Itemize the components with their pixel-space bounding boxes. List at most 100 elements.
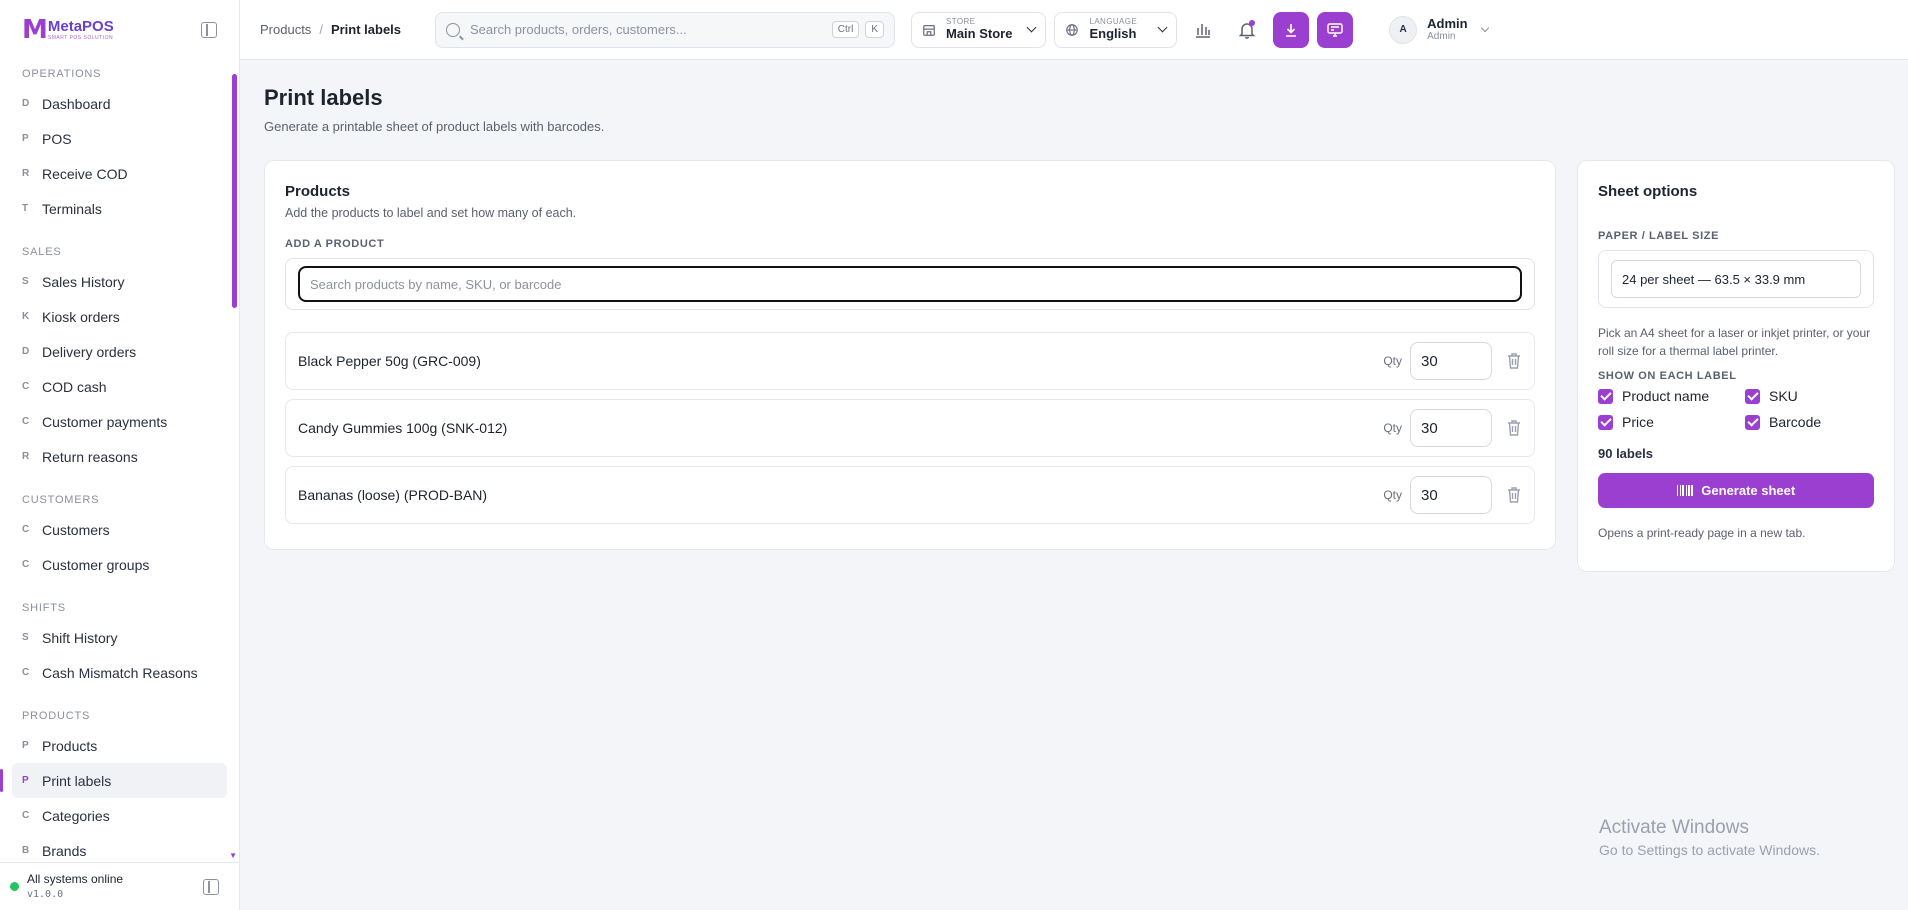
sidebar-item-label: Cash Mismatch Reasons bbox=[42, 664, 198, 681]
sidebar-item-return-reasons[interactable]: R Return reasons bbox=[12, 439, 227, 474]
nav-letter: S bbox=[22, 276, 29, 287]
sidebar-collapse-icon[interactable] bbox=[201, 22, 217, 38]
nav-section-title: Operations bbox=[22, 68, 102, 80]
nav-section-shifts: Shifts S Shift History C Cash Mismatch Rea… bbox=[0, 602, 239, 690]
sidebar-item-label: Shift History bbox=[42, 629, 118, 646]
chevron-down-icon bbox=[1157, 22, 1168, 33]
top-header: Products / Print labels Ctrl K STORE Mai… bbox=[240, 0, 1908, 60]
checkbox-checked-icon[interactable] bbox=[1598, 414, 1613, 430]
notifications-button[interactable] bbox=[1229, 12, 1265, 48]
reports-button[interactable] bbox=[1185, 12, 1221, 48]
barcode-icon bbox=[1676, 485, 1694, 496]
sidebar-item-cod-cash[interactable]: C COD cash bbox=[12, 369, 227, 404]
global-search[interactable]: Ctrl K bbox=[435, 11, 895, 48]
store-selector[interactable]: STORE Main Store bbox=[911, 11, 1047, 48]
sidebar-item-delivery-orders[interactable]: D Delivery orders bbox=[12, 334, 227, 369]
sidebar-item-dashboard[interactable]: D Dashboard bbox=[12, 86, 227, 121]
nav-letter: P bbox=[22, 740, 29, 751]
nav-letter: C bbox=[22, 667, 30, 678]
checkbox-checked-icon[interactable] bbox=[1745, 414, 1760, 430]
nav-letter: C bbox=[22, 559, 30, 570]
checkbox-barcode[interactable]: Barcode bbox=[1745, 414, 1874, 430]
nav-letter: T bbox=[22, 203, 29, 214]
checkbox-product-name[interactable]: Product name bbox=[1598, 388, 1745, 404]
install-button[interactable] bbox=[1273, 11, 1310, 48]
breadcrumb-products[interactable]: Products bbox=[260, 22, 311, 37]
watermark-title: Activate Windows bbox=[1599, 817, 1749, 838]
user-menu[interactable]: A Admin Admin bbox=[1389, 15, 1489, 44]
shortcut-ctrl: Ctrl bbox=[831, 21, 860, 38]
sidebar-item-label: Receive COD bbox=[42, 165, 128, 182]
sidebar-item-label: Products bbox=[42, 737, 98, 754]
chevron-down-icon bbox=[1480, 23, 1489, 32]
global-search-input[interactable] bbox=[470, 22, 822, 37]
sidebar-item-categories[interactable]: C Categories bbox=[12, 798, 227, 833]
product-row: Black Pepper 50g (GRC-009) Qty bbox=[285, 332, 1535, 390]
scroll-down-icon[interactable]: ▼ bbox=[229, 851, 237, 860]
qty-label: Qty bbox=[1383, 421, 1402, 435]
pos-register-icon bbox=[1327, 22, 1343, 37]
paper-size-label: PAPER / LABEL SIZE bbox=[1598, 230, 1720, 242]
watermark-subtitle: Go to Settings to activate Windows. bbox=[1599, 842, 1820, 858]
nav-section-operations: Operations D Dashboard P POS R Receive COD … bbox=[0, 68, 239, 226]
logo[interactable]: M MetaPOS SMART POS SOLUTION bbox=[22, 15, 114, 45]
sidebar: M MetaPOS SMART POS SOLUTION ▼ Operation… bbox=[0, 0, 240, 910]
sidebar-item-customer-groups[interactable]: C Customer groups bbox=[12, 547, 227, 582]
shortcut-k: K bbox=[865, 21, 884, 38]
logo-row: M MetaPOS SMART POS SOLUTION bbox=[0, 0, 239, 60]
products-card-description: Add the products to label and set how ma… bbox=[285, 206, 577, 220]
nav-letter: C bbox=[22, 810, 30, 821]
sidebar-item-shift-history[interactable]: S Shift History bbox=[12, 620, 227, 655]
add-product-search-input[interactable] bbox=[298, 266, 1522, 302]
open-pos-button[interactable] bbox=[1317, 11, 1354, 48]
sidebar-nav[interactable]: ▼ Operations D Dashboard P POS R Receive CO… bbox=[0, 60, 239, 862]
nav-letter: K bbox=[22, 311, 30, 322]
paper-size-box: 24 per sheet — 63.5 × 33.9 mm bbox=[1598, 250, 1874, 308]
qty-input[interactable] bbox=[1410, 409, 1492, 447]
sidebar-item-pos[interactable]: P POS bbox=[12, 121, 227, 156]
sidebar-item-customers[interactable]: C Customers bbox=[12, 512, 227, 547]
sidebar-item-products[interactable]: P Products bbox=[12, 728, 227, 763]
sidebar-item-kiosk-orders[interactable]: K Kiosk orders bbox=[12, 299, 227, 334]
sidebar-item-print-labels[interactable]: P Print labels bbox=[0, 763, 227, 798]
notification-dot bbox=[1249, 19, 1256, 26]
sidebar-item-label: COD cash bbox=[42, 378, 107, 395]
qty-input[interactable] bbox=[1410, 342, 1492, 380]
paper-size-select[interactable]: 24 per sheet — 63.5 × 33.9 mm bbox=[1611, 260, 1861, 298]
windows-activation-watermark: Activate Windows Go to Settings to activ… bbox=[1599, 817, 1820, 858]
globe-icon bbox=[1066, 23, 1079, 36]
checkbox-checked-icon[interactable] bbox=[1745, 388, 1760, 404]
sidebar-item-brands[interactable]: B Brands bbox=[12, 833, 227, 862]
generate-sheet-button[interactable]: Generate sheet bbox=[1598, 473, 1874, 508]
sidebar-item-label: Categories bbox=[42, 807, 110, 824]
nav-letter: B bbox=[22, 845, 30, 856]
checkbox-checked-icon[interactable] bbox=[1598, 388, 1613, 404]
qty-input[interactable] bbox=[1410, 476, 1492, 514]
generate-footnote: Opens a print-ready page in a new tab. bbox=[1598, 526, 1806, 540]
nav-section-sales: Sales S Sales History K Kiosk orders D Deli… bbox=[0, 246, 239, 474]
sidebar-item-label: Delivery orders bbox=[42, 343, 137, 360]
language-selector[interactable]: LANGUAGE English bbox=[1054, 11, 1178, 48]
sidebar-item-label: Customer groups bbox=[42, 556, 150, 573]
sidebar-scrollbar[interactable] bbox=[232, 74, 237, 308]
qty-label: Qty bbox=[1383, 488, 1402, 502]
sidebar-item-sales-history[interactable]: S Sales History bbox=[12, 264, 227, 299]
trash-icon[interactable] bbox=[1506, 419, 1522, 437]
sidebar-item-label: Customer payments bbox=[42, 413, 168, 430]
sidebar-item-terminals[interactable]: T Terminals bbox=[12, 191, 227, 226]
sidebar-item-receive-cod[interactable]: R Receive COD bbox=[12, 156, 227, 191]
show-on-label-label: SHOW ON EACH LABEL bbox=[1598, 370, 1737, 382]
checkbox-label: SKU bbox=[1769, 388, 1798, 404]
sidebar-item-cash-mismatch-reasons[interactable]: C Cash Mismatch Reasons bbox=[12, 655, 227, 690]
checkbox-label: Price bbox=[1622, 414, 1654, 430]
app-version: v1.0.0 bbox=[27, 888, 64, 900]
checkbox-price[interactable]: Price bbox=[1598, 414, 1745, 430]
sidebar-toggle-icon[interactable] bbox=[203, 878, 219, 895]
system-status: All systems online bbox=[27, 872, 124, 887]
sidebar-item-customer-payments[interactable]: C Customer payments bbox=[12, 404, 227, 439]
checkbox-sku[interactable]: SKU bbox=[1745, 388, 1874, 404]
trash-icon[interactable] bbox=[1506, 352, 1522, 370]
nav-section-products: Products P Products P Print labels C Catego… bbox=[0, 710, 239, 862]
language-value: English bbox=[1089, 25, 1137, 41]
trash-icon[interactable] bbox=[1506, 486, 1522, 504]
